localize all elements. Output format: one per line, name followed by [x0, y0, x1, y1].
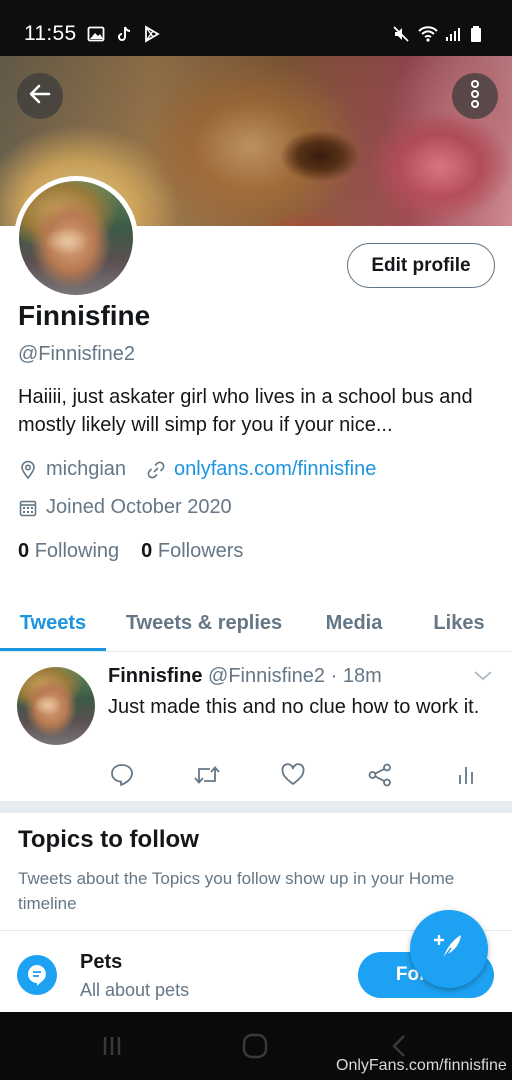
topic-icon — [17, 955, 57, 995]
back-button[interactable] — [17, 73, 63, 119]
tweet-text: Just made this and no clue how to work i… — [108, 696, 480, 718]
play-store-icon — [143, 25, 161, 43]
profile-joined-row: Joined October 2020 — [18, 496, 232, 519]
watermark: OnlyFans.com/finnisfine — [336, 1057, 507, 1074]
like-icon[interactable] — [279, 761, 307, 789]
tweet-separator: · — [330, 665, 338, 687]
more-vertical-icon — [469, 79, 481, 114]
tab-tweets[interactable]: Tweets — [0, 596, 106, 651]
profile-location: michgian — [46, 458, 127, 480]
profile-avatar[interactable] — [14, 176, 138, 300]
location-pin-icon — [18, 460, 38, 480]
status-time: 11:55 — [24, 22, 77, 45]
topics-description: Tweets about the Topics you follow show … — [18, 869, 455, 913]
followers-count: 0 — [141, 540, 153, 562]
compose-tweet-button[interactable] — [410, 910, 488, 988]
profile-meta-row: michgian onlyfans.com/finnisfine — [18, 458, 376, 481]
followers-label: Followers — [157, 540, 244, 562]
following-count: 0 — [18, 540, 30, 562]
following-link[interactable]: 0 Following — [18, 540, 119, 563]
home-icon[interactable] — [240, 1032, 270, 1060]
analytics-icon[interactable] — [452, 761, 480, 789]
tweet-author-name: Finnisfine — [108, 665, 203, 687]
follow-counts: 0 Following 0 Followers — [18, 540, 243, 563]
topic-subtitle: All about pets — [80, 980, 190, 1000]
tab-media[interactable]: Media — [302, 596, 406, 651]
tweet-header: Finnisfine @Finnisfine2 · 18m — [108, 665, 382, 688]
mute-icon — [392, 25, 410, 43]
tweet-author-handle: @Finnisfine2 — [208, 665, 326, 687]
link-icon — [146, 460, 166, 480]
tweet-time: 18m — [342, 665, 382, 687]
profile-website-link[interactable]: onlyfans.com/finnisfine — [174, 458, 376, 481]
gallery-icon — [87, 25, 105, 43]
profile-tabs: Tweets Tweets & replies Media Likes — [0, 596, 512, 652]
signal-icon — [444, 25, 462, 43]
reply-icon[interactable] — [108, 761, 136, 789]
section-divider — [0, 801, 512, 813]
tab-tweets-and-replies[interactable]: Tweets & replies — [106, 596, 302, 651]
profile-joined-date: Joined October 2020 — [46, 496, 232, 518]
battery-icon — [470, 25, 488, 43]
back-icon[interactable] — [384, 1032, 414, 1060]
calendar-icon — [18, 498, 38, 518]
following-label: Following — [34, 540, 120, 562]
more-options-button[interactable] — [452, 73, 498, 119]
arrow-left-icon — [27, 81, 53, 112]
recents-icon[interactable] — [97, 1032, 127, 1060]
profile-bio: Haiiii, just askater girl who lives in a… — [18, 386, 473, 436]
tweet-avatar[interactable] — [17, 667, 95, 745]
tab-likes[interactable]: Likes — [406, 596, 512, 651]
topics-title: Topics to follow — [18, 826, 199, 853]
compose-tweet-icon — [429, 927, 469, 972]
display-name: Finnisfine — [18, 300, 151, 331]
wifi-icon — [418, 25, 438, 43]
retweet-icon[interactable] — [193, 761, 221, 789]
chevron-down-icon[interactable] — [472, 669, 494, 683]
tweet-item[interactable]: Finnisfine @Finnisfine2 · 18m Just made … — [0, 653, 512, 801]
edit-profile-button[interactable]: Edit profile — [347, 243, 495, 288]
topic-name[interactable]: Pets — [80, 951, 122, 974]
tiktok-icon — [115, 25, 133, 43]
followers-link[interactable]: 0 Followers — [141, 540, 243, 563]
tweet-actions — [108, 761, 478, 789]
profile-handle: @Finnisfine2 — [18, 343, 136, 365]
share-icon[interactable] — [366, 761, 394, 789]
